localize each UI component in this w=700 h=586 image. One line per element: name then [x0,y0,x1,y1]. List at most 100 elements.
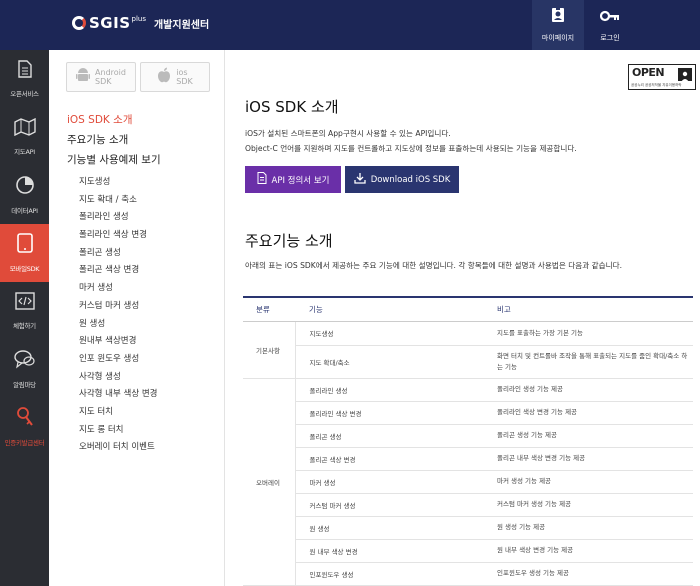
feature-cell: 폴리라인 색상 변경 [295,401,493,425]
rail-item-open-service[interactable]: 오픈서비스 [0,50,49,108]
feature-cell: 인포윈도우 생성 [295,562,493,586]
page-title: iOS SDK 소개 [245,98,339,116]
menu-sub-item[interactable]: 폴리라인 생성 [79,210,129,222]
login-button[interactable]: 로그인 [584,0,636,50]
menu-sub-item[interactable]: 인포 윈도우 생성 [79,352,139,364]
mypage-label: 마이페이지 [541,34,575,42]
download-sdk-label: Download iOS SDK [370,174,451,185]
rail-label: 모바일SDK [9,265,40,273]
menu-sub-item[interactable]: 폴리라인 색상 변경 [79,228,147,240]
table-row: 커스텀 마커 생성 커스텀 마커 생성 기능 제공 [243,493,693,517]
rail-label: 알림마당 [13,381,36,389]
download-sdk-button[interactable]: Download iOS SDK [345,166,459,193]
table-row: 폴리라인 색상 변경 폴리라인 색상 변경 기능 제공 [243,401,693,425]
rail-item-try-it[interactable]: 체험하기 [0,282,49,340]
table-row: 폴리곤 색상 변경 폴리곤 내부 색상 변경 기능 제공 [243,447,693,471]
menu-ios-sdk-intro[interactable]: iOS SDK 소개 [67,112,132,127]
feature-cell: 지도생성 [295,321,493,346]
open-badge-subtext: 공공누리 공공저작물 자유이용허락 [631,83,682,87]
features-description: 아래의 표는 iOS SDK에서 제공하는 주요 기능에 대한 설명입니다. 각… [245,261,622,270]
table-row: 인포윈도우 생성 인포윈도우 생성 기능 제공 [243,562,693,586]
feature-cell: 커스텀 마커 생성 [295,493,493,517]
menu-sub-item[interactable]: 지도생성 [79,175,110,187]
api-spec-button[interactable]: API 정의서 보기 [245,166,341,193]
ios-tab-line1: ios [176,68,188,77]
feature-cell: 폴리라인 생성 [295,378,493,402]
android-sdk-tab[interactable]: Android SDK [66,62,136,92]
sgis-logo[interactable]: SGIS plus 개발지원센터 [72,14,209,32]
feature-cell: 지도 확대/축소 [295,345,493,379]
menu-sub-item[interactable]: 지도 확대 / 축소 [79,193,137,205]
features-table: 분류 기능 비고 기본사항 지도생성 지도를 표출하는 가장 기본 기능 지도 … [243,296,693,586]
note-cell: 커스텀 마커 생성 기능 제공 [493,493,693,517]
ios-tab-line2: SDK [176,77,193,86]
note-cell: 지도를 표출하는 가장 기본 기능 [493,321,693,346]
menu-features-intro[interactable]: 주요기능 소개 [67,132,128,147]
table-row: 마커 생성 마커 생성 기능 제공 [243,470,693,494]
ios-sdk-tab[interactable]: ios SDK [140,62,210,92]
login-label: 로그인 [600,33,620,42]
rail-item-mobile-sdk[interactable]: 모바일SDK [0,224,49,282]
menu-sub-item[interactable]: 원 생성 [79,317,105,329]
sgis-logo-mark [72,16,86,30]
menu-sub-item[interactable]: 사각형 내부 색상 변경 [79,387,158,399]
note-cell: 마커 생성 기능 제공 [493,470,693,494]
feature-cell: 원 내부 색상 변경 [295,539,493,563]
rail-label: 인증키발급센터 [4,439,45,447]
rail-item-auth-key-center[interactable]: 인증키발급센터 [0,398,49,456]
header-note: 비고 [493,297,693,322]
main-content: OPEN 공공누리 공공저작물 자유이용허락 iOS SDK 소개 iOS가 설… [225,50,700,586]
menu-sub-item[interactable]: 폴리곤 생성 [79,246,121,258]
table-row: 폴리곤 생성 폴리곤 생성 기능 제공 [243,424,693,448]
features-title: 주요기능 소개 [245,232,333,250]
key-icon [599,8,620,27]
mypage-button[interactable]: 마이페이지 [532,0,584,50]
rail-label: 지도API [14,148,35,156]
download-icon [354,172,366,187]
menu-sub-item[interactable]: 지도 터치 [79,405,113,417]
android-icon [76,67,91,87]
table-header-row: 분류 기능 비고 [243,297,693,322]
note-cell: 인포윈도우 생성 기능 제공 [493,562,693,586]
table-row: 오버레이 폴리라인 생성 폴리라인 생성 기능 제공 [243,378,693,586]
rail-item-data-api[interactable]: 데이터API [0,166,49,224]
menu-sub-item[interactable]: 지도 롱 터치 [79,423,124,435]
android-tab-line1: Android [95,68,126,77]
menu-sub-item[interactable]: 사각형 생성 [79,370,121,382]
top-header: SGIS plus 개발지원센터 마이페이지 로그인 [0,0,700,50]
open-license-badge[interactable]: OPEN 공공누리 공공저작물 자유이용허락 [628,64,696,90]
menu-sub-item[interactable]: 원내부 색상변경 [79,334,136,346]
menu-usage-examples[interactable]: 기능별 사용예제 보기 [67,152,161,167]
intro-line-1: iOS가 설치된 스마트폰의 App구현시 사용할 수 있는 API입니다. [245,129,451,138]
code-icon [14,292,35,314]
note-cell: 화면 터치 및 컨트롤바 조작을 통해 표출되는 지도를 줌인 확대/축소 하는… [493,345,693,379]
map-icon [13,117,36,140]
open-badge-text: OPEN [632,66,665,79]
api-spec-label: API 정의서 보기 [271,175,330,186]
rail-item-map-api[interactable]: 지도API [0,108,49,166]
note-cell: 원 내부 색상 변경 기능 제공 [493,539,693,563]
menu-sub-item[interactable]: 커스텀 마커 생성 [79,299,139,311]
person-icon [678,68,692,82]
pie-chart-icon [15,175,35,199]
feature-cell: 폴리곤 생성 [295,424,493,448]
feature-cell: 원 생성 [295,516,493,540]
document-icon [257,172,267,187]
android-tab-text: Android SDK [95,68,126,86]
rail-label: 데이터API [11,207,38,215]
category-cell: 기본사항 [243,321,296,379]
note-cell: 폴리라인 색상 변경 기능 제공 [493,401,693,425]
note-cell: 원 생성 기능 제공 [493,516,693,540]
table-row: 원 내부 색상 변경 원 내부 색상 변경 기능 제공 [243,539,693,563]
header-feature: 기능 [295,297,493,322]
rail-label: 오픈서비스 [10,90,39,98]
ios-tab-text: ios SDK [176,68,192,86]
sdk-submenu: Android SDK ios SDK iOS SDK 소개 주요기능 소개 기능별… [49,50,225,586]
menu-sub-item[interactable]: 오버레이 터치 이벤트 [79,440,155,452]
menu-sub-item[interactable]: 폴리곤 색상 변경 [79,263,139,275]
apple-icon [157,67,171,87]
table-row: 원 생성 원 생성 기능 제공 [243,516,693,540]
menu-sub-item[interactable]: 마커 생성 [79,281,113,293]
sdk-tabs: Android SDK ios SDK [66,62,210,92]
rail-item-notice[interactable]: 알림마당 [0,340,49,398]
